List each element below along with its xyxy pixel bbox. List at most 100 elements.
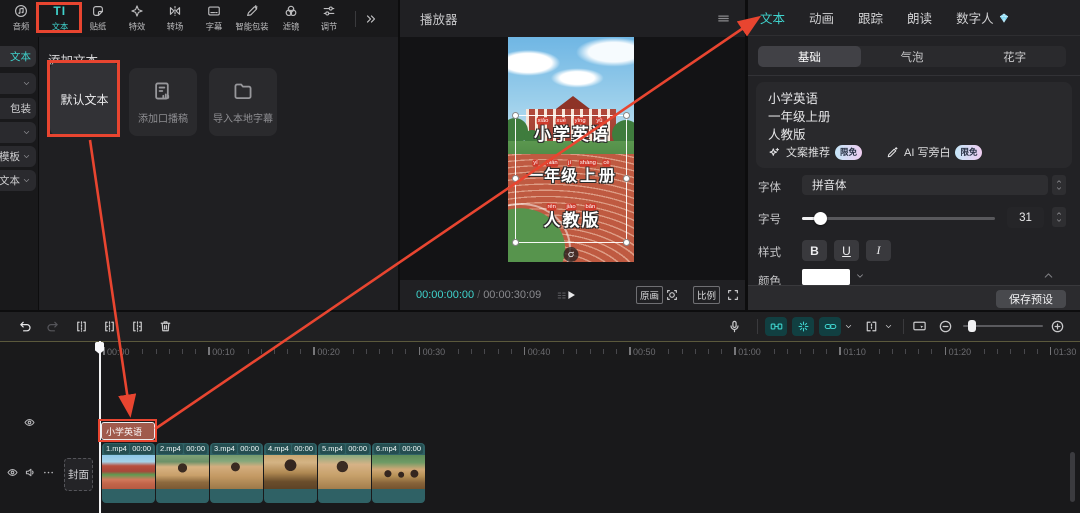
zoom-slider-thumb[interactable]: [968, 320, 976, 332]
selection-handle[interactable]: [623, 239, 630, 246]
play-button[interactable]: [564, 288, 578, 302]
auto-snap-toggle[interactable]: [765, 317, 787, 336]
subtab-fancy-text[interactable]: 花字: [963, 46, 1066, 67]
card-script-doc[interactable]: 添加口播稿: [129, 68, 197, 136]
toolbar-item-transition[interactable]: 转场: [156, 2, 195, 36]
copy-recommend-button[interactable]: 文案推荐限免: [768, 144, 862, 160]
selection-handle[interactable]: [512, 112, 519, 119]
text-content-editor[interactable]: 小学英语一年级上册人教版 文案推荐限免AI 写旁白限免: [756, 82, 1072, 168]
zoom-in-icon[interactable]: [1050, 319, 1065, 334]
video-track-mute-icon[interactable]: [24, 466, 37, 479]
linkage-toggle[interactable]: [792, 317, 814, 336]
delete-right-button[interactable]: [130, 319, 145, 334]
aspect-ratio-button[interactable]: 比例: [693, 286, 720, 304]
focus-frame-icon[interactable]: [665, 288, 679, 302]
timeline-ruler[interactable]: 00:0000:1000:2000:3000:4000:5001:0001:10…: [0, 341, 1080, 360]
text-selection-box[interactable]: [515, 115, 627, 243]
rail-item-4[interactable]: 模板: [0, 146, 36, 167]
track-layout-button[interactable]: [864, 319, 879, 334]
zoom-out-icon[interactable]: [938, 319, 953, 334]
toolbar-item-captions[interactable]: 字幕: [195, 2, 234, 36]
timeline-scrollbar[interactable]: [1070, 452, 1075, 502]
rail-item-2[interactable]: 包装: [0, 98, 36, 119]
split-clip-button[interactable]: [74, 319, 89, 334]
clip-duration: 00:00: [184, 444, 207, 454]
selection-handle[interactable]: [623, 112, 630, 119]
panel-tab-read-aloud[interactable]: 朗读: [907, 8, 932, 27]
selection-handle[interactable]: [512, 175, 519, 182]
record-voiceover-icon[interactable]: [727, 319, 742, 334]
text-line: 小学英语: [768, 90, 831, 108]
rail-item-1[interactable]: [0, 73, 36, 94]
toolbar-item-adjust[interactable]: 调节: [310, 2, 349, 36]
toolbar-item-smart-package[interactable]: 智能包装: [233, 2, 272, 36]
rail-item-3[interactable]: [0, 122, 36, 143]
ai-voiceover-button[interactable]: AI 写旁白限免: [886, 144, 982, 160]
font-size-value: 31: [1007, 207, 1044, 228]
toolbar-item-text[interactable]: TI文本: [41, 2, 80, 36]
split-left-icon: [102, 319, 117, 334]
selection-handle[interactable]: [512, 239, 519, 246]
bold-button[interactable]: B: [802, 240, 827, 261]
fullscreen-icon[interactable]: [726, 288, 740, 302]
toolbar-item-effects[interactable]: 特效: [118, 2, 157, 36]
card-folder[interactable]: 导入本地字幕: [209, 68, 277, 136]
video-clip-6[interactable]: 6.mp4 00:00: [372, 443, 425, 503]
video-clip-4[interactable]: 4.mp4 00:00: [264, 443, 317, 503]
original-quality-button[interactable]: 原画: [636, 286, 663, 304]
undo-button[interactable]: [18, 319, 33, 334]
video-clip-1[interactable]: 1.mp4 00:00: [102, 443, 155, 503]
cover-button[interactable]: 封面: [64, 458, 93, 491]
font-stepper[interactable]: [1052, 175, 1066, 195]
panel-tab-text[interactable]: 文本: [760, 8, 785, 27]
slider-thumb[interactable]: [814, 212, 827, 225]
video-track-more-icon[interactable]: [42, 466, 55, 479]
preview-window-icon[interactable]: [912, 319, 927, 334]
save-preset-button[interactable]: 保存预设: [996, 290, 1066, 308]
player-menu-icon[interactable]: [716, 11, 731, 26]
delete-button[interactable]: [158, 319, 173, 334]
clip-thumbnail: [156, 455, 209, 489]
expand-toolbar-button[interactable]: [364, 12, 378, 26]
chevron-down-icon[interactable]: [884, 322, 893, 331]
color-swatch[interactable]: [802, 269, 850, 285]
timeline-zoom-slider[interactable]: [963, 325, 1043, 327]
italic-button[interactable]: I: [866, 240, 891, 261]
selection-handle[interactable]: [623, 175, 630, 182]
toolbar-item-filter[interactable]: 滤镜: [272, 2, 311, 36]
video-preview[interactable]: xiǎo小xué学yīng英yǔ语yī一nián年jí级shàng上cè册rén…: [508, 37, 634, 262]
video-clip-2[interactable]: 2.mp4 00:00: [156, 443, 209, 503]
text-track-visibility-icon[interactable]: [23, 416, 36, 429]
toolbar-item-sticker[interactable]: 贴纸: [79, 2, 118, 36]
redo-button[interactable]: [45, 319, 60, 334]
collapse-panel-icon[interactable]: [1042, 269, 1055, 282]
timeline: 00:0000:1000:2000:3000:4000:5001:0001:10…: [0, 312, 1080, 513]
size-label: 字号: [758, 211, 781, 227]
chevron-down-icon[interactable]: [844, 322, 853, 331]
panel-tab-animation[interactable]: 动画: [809, 8, 834, 27]
video-track-visibility-icon[interactable]: [6, 466, 19, 479]
rail-item-0[interactable]: 文本: [0, 46, 36, 67]
total-duration: 00:00:30:09: [483, 289, 541, 301]
underline-button[interactable]: U: [834, 240, 859, 261]
rail-item-5[interactable]: 文本: [0, 170, 36, 191]
delete-left-button[interactable]: [102, 319, 117, 334]
default-text-card[interactable]: 默认文本: [50, 62, 119, 136]
font-size-slider[interactable]: [802, 217, 995, 220]
rotate-handle[interactable]: [564, 247, 579, 262]
video-clip-5[interactable]: 5.mp4 00:00: [318, 443, 371, 503]
zoom-in-icon: [1050, 319, 1065, 334]
size-stepper[interactable]: [1052, 207, 1066, 227]
panel-tab-digital-human[interactable]: 数字人: [956, 8, 1010, 27]
chevron-down-icon[interactable]: [855, 271, 865, 281]
subtab-basic[interactable]: 基础: [758, 46, 861, 67]
toolbar-item-audio[interactable]: 音频: [2, 2, 41, 36]
subtab-bubble[interactable]: 气泡: [861, 46, 964, 67]
player-controls: 00:00:00:00/00:00:30:09 原画 比例: [400, 280, 745, 310]
panel-tab-tracking[interactable]: 跟踪: [858, 8, 883, 27]
preview-axis-toggle[interactable]: [819, 317, 841, 336]
video-clip-3[interactable]: 3.mp4 00:00: [210, 443, 263, 503]
panel-bottom-bar: 保存预设: [748, 285, 1080, 310]
text-clip[interactable]: 小学英语: [101, 422, 155, 440]
font-select[interactable]: 拼音体: [802, 175, 1048, 195]
